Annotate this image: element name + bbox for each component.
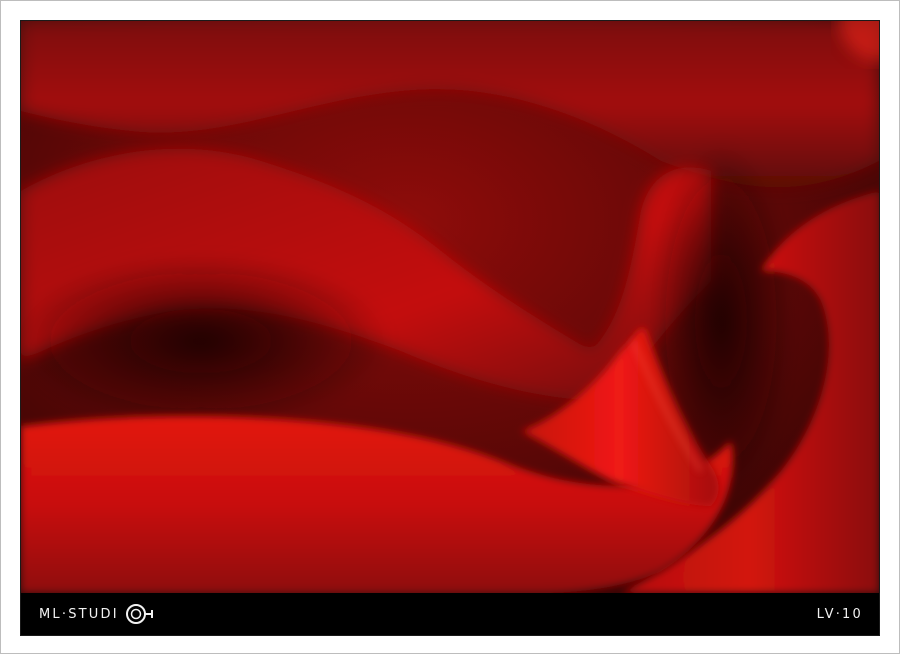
rose-petal-photo bbox=[21, 21, 879, 593]
info-bar: ML·STUDI LV·10 bbox=[21, 593, 879, 635]
level-label: LV·10 bbox=[816, 606, 863, 622]
photo-frame: ML·STUDI LV·10 bbox=[20, 20, 880, 636]
brand-text: ML·STUDI bbox=[39, 606, 119, 622]
ring-o-icon bbox=[125, 604, 153, 624]
brand-label: ML·STUDI bbox=[39, 593, 155, 635]
